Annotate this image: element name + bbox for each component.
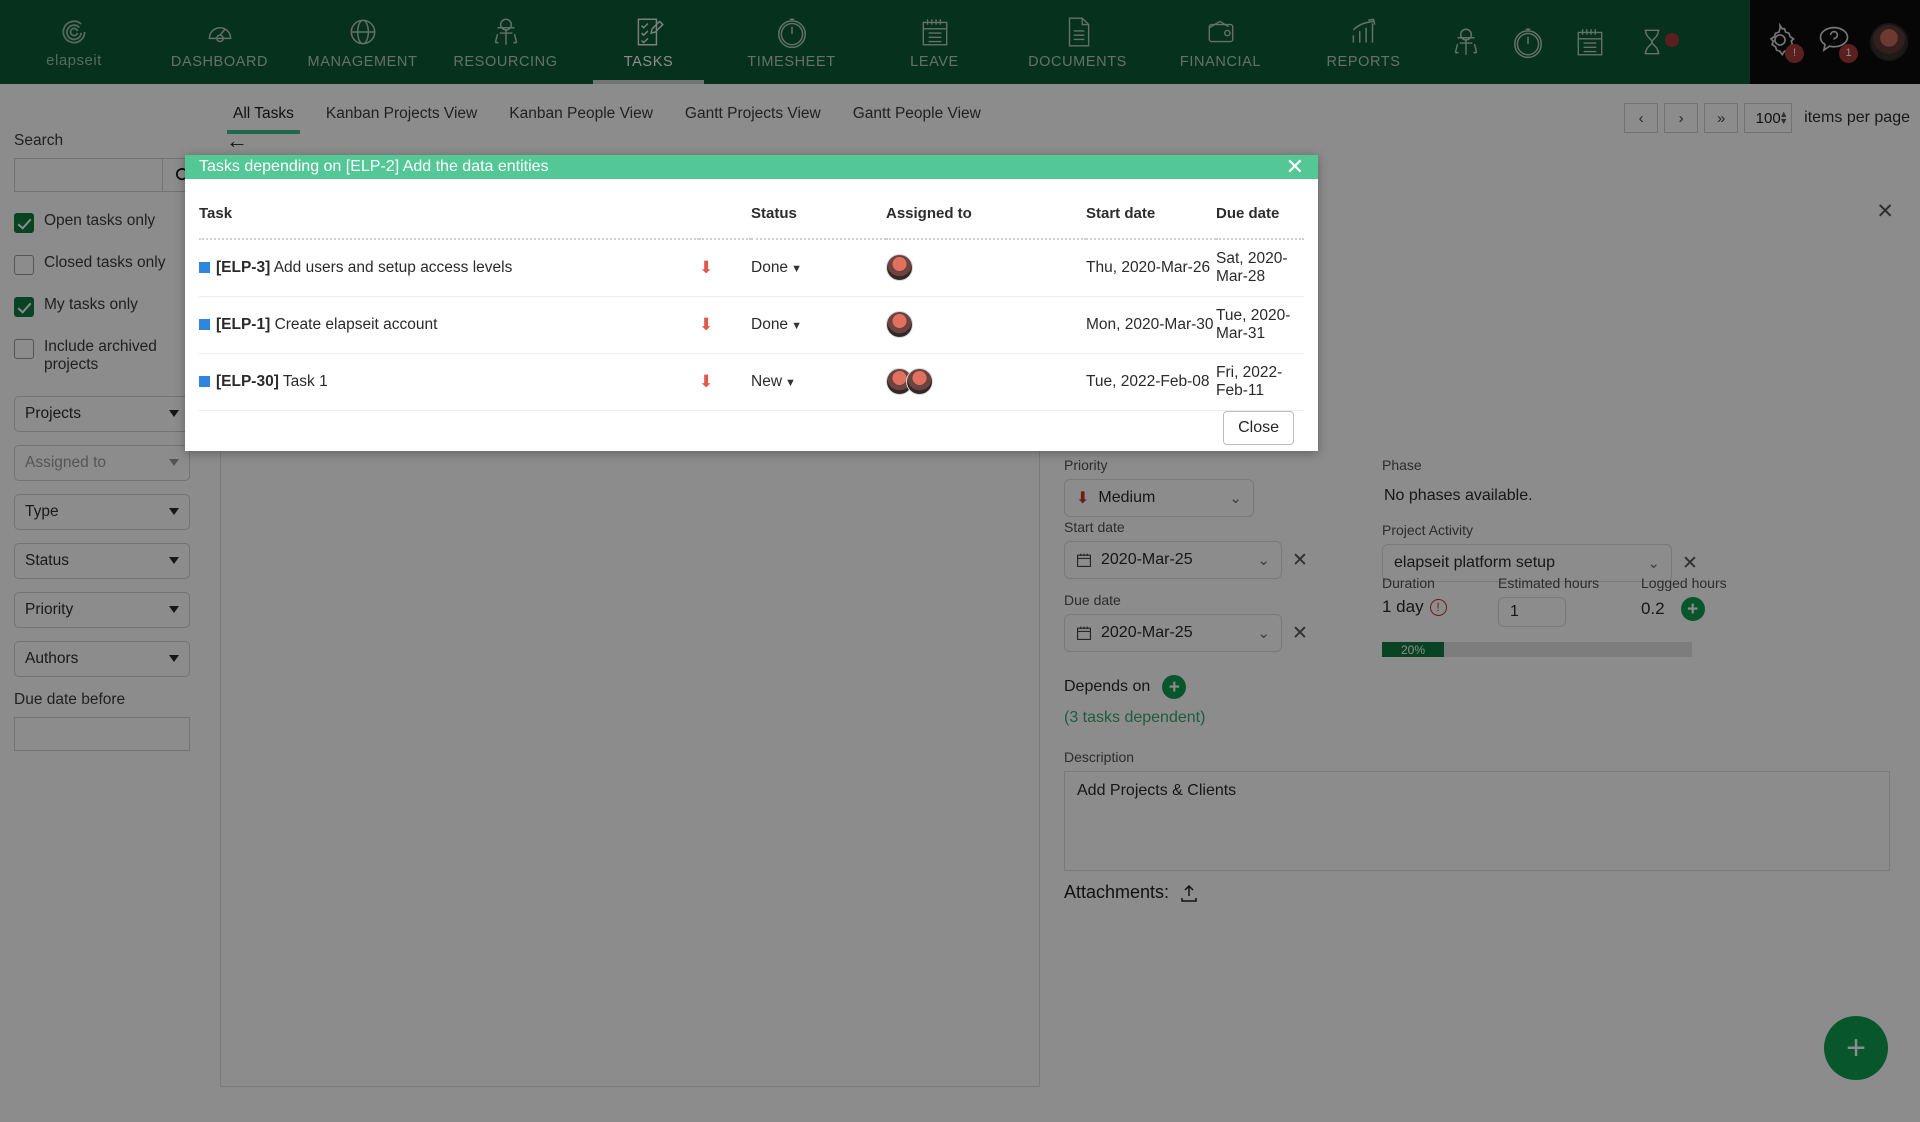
task-type-icon (199, 318, 210, 330)
due-date-cell: Sat, 2020-Mar-28 (1216, 238, 1304, 297)
task-key: [ELP-1] (216, 315, 271, 333)
status-cell[interactable]: Done ▼ (751, 238, 886, 297)
column-start-date: Start date (1086, 192, 1216, 240)
priority-cell: ⬇ (699, 296, 751, 354)
task-name: Create elapseit account (274, 315, 438, 333)
start-date-cell: Tue, 2022-Feb-08 (1086, 353, 1216, 411)
start-date-cell: Thu, 2020-Mar-26 (1086, 238, 1216, 297)
column-status: Status (751, 192, 886, 240)
chevron-down-icon: ▼ (791, 262, 802, 275)
column-due-date: Due date (1216, 192, 1304, 240)
task-name: Task 1 (282, 372, 328, 390)
status-value: Done (751, 258, 789, 276)
task-key: [ELP-30] (216, 372, 279, 390)
table-header-row: Task Status Assigned to Start date Due d… (199, 192, 1304, 240)
chevron-down-icon: ▼ (785, 376, 796, 389)
modal-title: Tasks depending on [ELP-2] Add the data … (199, 157, 549, 175)
column-assigned-to: Assigned to (886, 192, 1086, 240)
arrow-down-icon: ⬇ (699, 314, 714, 334)
task-cell[interactable]: [ELP-30] Task 1 (199, 353, 699, 411)
status-value: New (751, 372, 783, 390)
priority-cell: ⬇ (699, 238, 751, 297)
avatar[interactable] (906, 368, 933, 396)
chevron-down-icon: ▼ (791, 319, 802, 332)
assignees-cell (886, 238, 1086, 297)
close-button[interactable]: Close (1223, 410, 1294, 445)
modal-footer: Close (185, 410, 1318, 451)
arrow-down-icon: ⬇ (699, 257, 714, 277)
avatar[interactable] (886, 311, 913, 339)
modal-header: Tasks depending on [ELP-2] Add the data … (185, 155, 1318, 179)
modal-body: Task Status Assigned to Start date Due d… (185, 179, 1318, 411)
avatar[interactable] (886, 254, 913, 282)
dependent-tasks-modal: Tasks depending on [ELP-2] Add the data … (185, 155, 1318, 451)
close-icon[interactable]: ✕ (1286, 155, 1304, 178)
column-priority (699, 192, 751, 240)
table-row[interactable]: [ELP-3] Add users and setup access level… (199, 238, 1304, 297)
table-row[interactable]: [ELP-30] Task 1 ⬇ New ▼ Tue, 2022-Feb-08 … (199, 353, 1304, 411)
column-task: Task (199, 192, 699, 240)
status-cell[interactable]: New ▼ (751, 353, 886, 411)
due-date-cell: Tue, 2020-Mar-31 (1216, 296, 1304, 354)
task-type-icon (199, 375, 210, 387)
app-root: elapseit DASHBOARD MANAGEMENT RESOURCING… (0, 0, 1920, 1122)
priority-cell: ⬇ (699, 353, 751, 411)
task-cell[interactable]: [ELP-3] Add users and setup access level… (199, 238, 699, 297)
task-type-icon (199, 261, 210, 273)
assignees-cell (886, 353, 1086, 411)
task-name: Add users and setup access levels (273, 258, 513, 276)
status-value: Done (751, 315, 789, 333)
status-cell[interactable]: Done ▼ (751, 296, 886, 354)
task-cell[interactable]: [ELP-1] Create elapseit account (199, 296, 699, 354)
table-row[interactable]: [ELP-1] Create elapseit account ⬇ Done ▼ … (199, 296, 1304, 354)
task-key: [ELP-3] (216, 258, 271, 276)
arrow-down-icon: ⬇ (699, 371, 714, 391)
assignees-cell (886, 296, 1086, 354)
start-date-cell: Mon, 2020-Mar-30 (1086, 296, 1216, 354)
due-date-cell: Fri, 2022-Feb-11 (1216, 353, 1304, 411)
dependent-tasks-table: Task Status Assigned to Start date Due d… (199, 192, 1304, 411)
